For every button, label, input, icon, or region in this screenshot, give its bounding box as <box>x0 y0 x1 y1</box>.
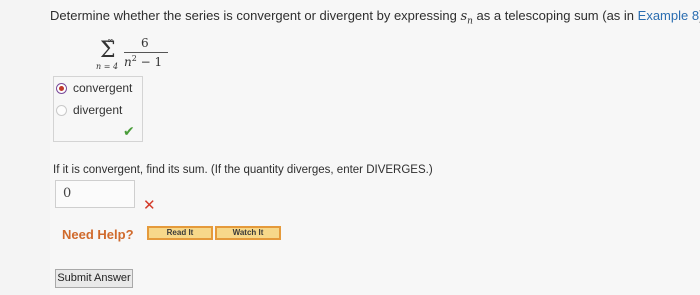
checkmark-icon: ✔ <box>123 123 135 139</box>
answer-input[interactable]: 0 <box>55 180 135 208</box>
option-divergent[interactable]: divergent <box>56 103 122 117</box>
submit-answer-button[interactable]: Submit Answer <box>55 269 133 288</box>
read-it-button[interactable]: Read It <box>147 226 213 240</box>
var-s: sn <box>460 9 473 27</box>
fraction-bar <box>124 52 168 53</box>
option-convergent[interactable]: convergent <box>56 81 132 95</box>
lower-limit: n = 4 <box>96 62 119 71</box>
radio-selected-icon[interactable] <box>56 82 67 94</box>
cross-icon: ✕ <box>143 197 156 214</box>
choice-group: convergent divergent ✔ <box>53 76 143 142</box>
sum-prompt: If it is convergent, find its sum. (If t… <box>53 164 433 176</box>
watch-it-button[interactable]: Watch It <box>215 226 281 240</box>
sigma-symbol: Σ <box>100 38 116 63</box>
need-help-label: Need Help? <box>62 227 134 242</box>
denominator: n2 − 1 <box>124 54 163 69</box>
numerator: 6 <box>141 36 149 50</box>
example-link[interactable]: Example 8 <box>638 8 699 23</box>
radio-empty-icon[interactable] <box>56 104 67 116</box>
question-prompt: Determine whether the series is converge… <box>50 8 700 27</box>
